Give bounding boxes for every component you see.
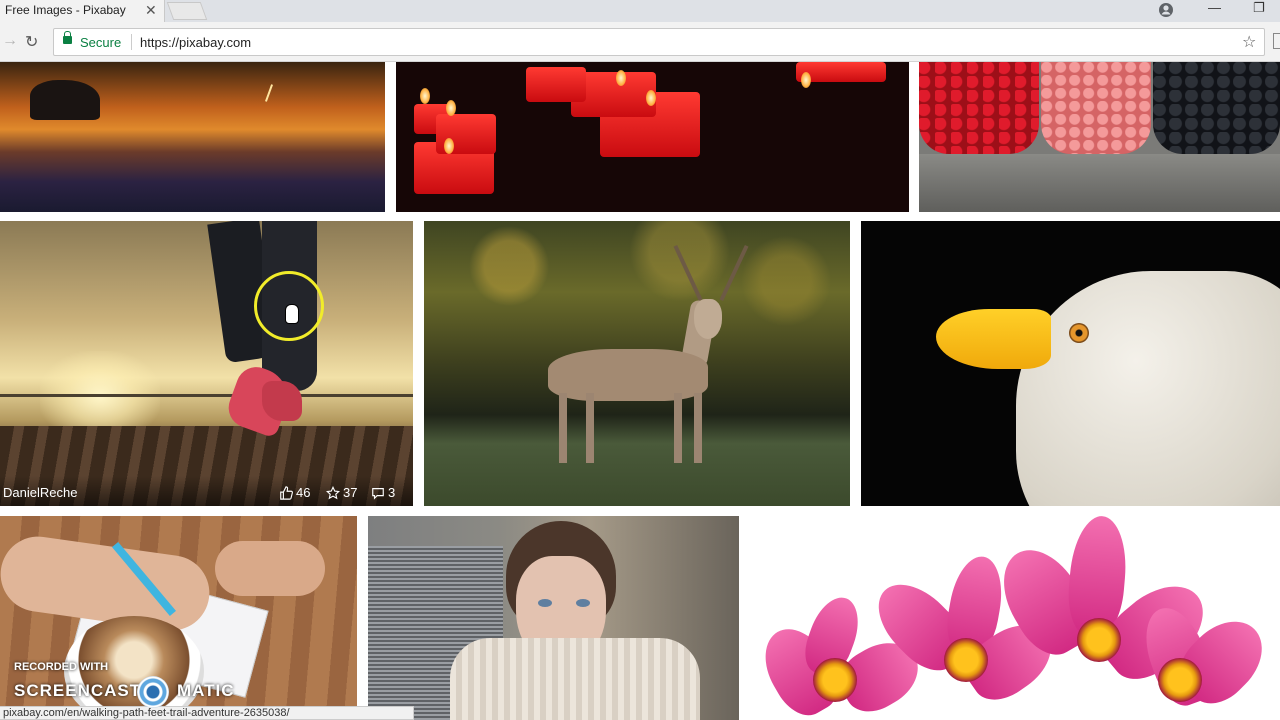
flame bbox=[646, 90, 656, 106]
eagle-beak bbox=[936, 309, 1051, 369]
browser-toolbar: → ↻ Secure https://pixabay.com ☆ bbox=[0, 22, 1280, 62]
photo-walking-path[interactable]: DanielReche 46 37 3 bbox=[0, 221, 413, 506]
address-bar[interactable]: Secure https://pixabay.com ☆ bbox=[53, 28, 1265, 56]
restore-icon[interactable]: ❐ bbox=[1253, 0, 1265, 16]
watermark-line2b: MATIC bbox=[177, 681, 235, 700]
deer-leg bbox=[586, 393, 594, 463]
bookmark-star-icon[interactable]: ☆ bbox=[1242, 32, 1256, 52]
flame bbox=[801, 72, 811, 88]
photo-woman-sweater[interactable] bbox=[368, 516, 739, 720]
browser-tab[interactable]: Free Images - Pixabay ✕ bbox=[0, 0, 165, 22]
lock-icon bbox=[63, 31, 72, 44]
flame bbox=[616, 70, 626, 86]
eagle-eye bbox=[1069, 323, 1089, 343]
photo-eagle[interactable] bbox=[861, 221, 1280, 506]
minimize-icon[interactable]: — bbox=[1208, 0, 1221, 15]
link-status-bar: pixabay.com/en/walking-path-feet-trail-a… bbox=[0, 706, 414, 720]
watermark-line1: RECORDED WITH bbox=[14, 661, 109, 673]
thumbs-up-icon bbox=[280, 485, 293, 500]
eye bbox=[538, 599, 552, 607]
favorite-button[interactable]: 37 bbox=[326, 485, 357, 500]
flower-center bbox=[944, 638, 988, 682]
deer-leg bbox=[674, 393, 682, 463]
star-icon bbox=[326, 485, 340, 499]
flame bbox=[420, 88, 430, 104]
tab-bar: Free Images - Pixabay ✕ — ❐ bbox=[0, 0, 1280, 22]
photo-red-candles[interactable] bbox=[396, 62, 909, 212]
island-silhouette bbox=[30, 80, 100, 120]
photo-author-link[interactable]: DanielReche bbox=[3, 485, 77, 500]
hand-cursor-icon bbox=[285, 304, 299, 324]
image-grid: DanielReche 46 37 3 bbox=[0, 62, 1280, 720]
deer-leg bbox=[559, 393, 567, 463]
close-tab-icon[interactable]: ✕ bbox=[145, 2, 157, 19]
deer-head bbox=[694, 299, 722, 339]
hand bbox=[215, 541, 325, 596]
flame bbox=[446, 100, 456, 116]
screencast-logo-icon bbox=[137, 676, 169, 708]
sweater bbox=[450, 638, 700, 720]
like-button[interactable]: 46 bbox=[279, 485, 310, 500]
reload-icon[interactable]: ↻ bbox=[25, 32, 38, 52]
deer-leg bbox=[694, 393, 702, 463]
red-berries bbox=[919, 62, 1039, 154]
flower-center bbox=[1077, 618, 1121, 662]
photo-pink-flowers[interactable] bbox=[750, 516, 1280, 720]
sneaker bbox=[262, 381, 302, 421]
flower-center bbox=[813, 658, 857, 702]
deer-body bbox=[548, 349, 708, 401]
railing bbox=[0, 394, 413, 397]
favorite-count: 37 bbox=[343, 485, 358, 500]
lightning-bolt bbox=[264, 84, 274, 102]
eagle-head bbox=[1016, 271, 1280, 506]
comments-button[interactable]: 3 bbox=[371, 485, 395, 500]
black-berries bbox=[1153, 62, 1280, 154]
comment-bubble-icon bbox=[372, 487, 384, 500]
like-count: 46 bbox=[296, 485, 311, 500]
flame bbox=[444, 138, 454, 154]
divider bbox=[131, 34, 132, 50]
extension-icon[interactable] bbox=[1273, 33, 1280, 49]
user-profile-icon[interactable] bbox=[1158, 2, 1174, 18]
photo-deer[interactable] bbox=[424, 221, 850, 506]
table-surface bbox=[919, 154, 1280, 212]
photo-berries[interactable] bbox=[919, 62, 1280, 212]
pink-berries bbox=[1041, 62, 1151, 154]
back-arrow-icon[interactable]: → bbox=[2, 32, 18, 50]
comment-count: 3 bbox=[388, 485, 396, 500]
eye bbox=[576, 599, 590, 607]
new-tab-button[interactable] bbox=[166, 2, 208, 20]
photo-sunset-storm[interactable] bbox=[0, 62, 385, 212]
candle bbox=[526, 67, 586, 102]
tab-title: Free Images - Pixabay bbox=[5, 3, 126, 17]
url-text[interactable]: https://pixabay.com bbox=[140, 35, 251, 50]
secure-label: Secure bbox=[80, 35, 122, 50]
watermark-line2a: SCREENCAST bbox=[14, 681, 142, 700]
flower-center bbox=[1158, 658, 1202, 702]
